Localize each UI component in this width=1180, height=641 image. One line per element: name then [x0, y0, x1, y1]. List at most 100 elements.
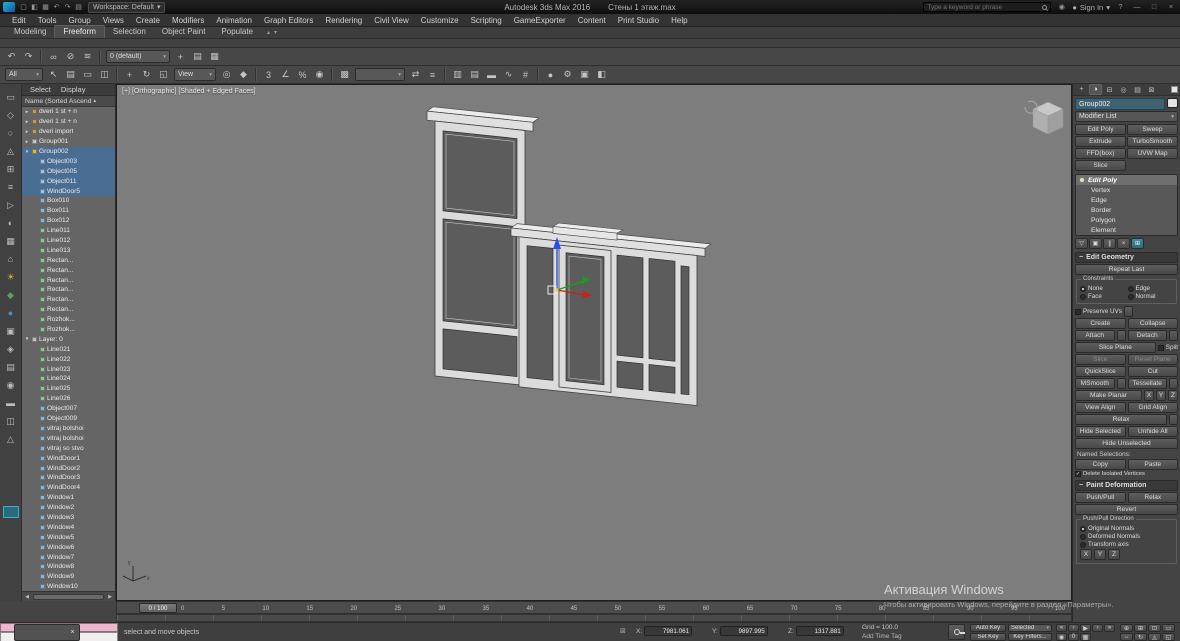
toggle-ribbon-icon[interactable]: ▬	[484, 67, 499, 82]
left-toolbar-button-4[interactable]: ◬	[3, 143, 19, 159]
zoom-region-icon[interactable]: ▭	[1162, 624, 1175, 632]
explorer-item-rectan[interactable]: Rectan...	[22, 295, 115, 305]
select-and-move-icon[interactable]: +	[122, 67, 137, 82]
project-folder-icon[interactable]: ▤	[73, 2, 84, 13]
expand-arrow-icon[interactable]: ▸	[24, 139, 30, 145]
orbit-icon[interactable]: ↻	[1134, 633, 1147, 641]
viewport-menu-pov[interactable]: [Orthographic]	[132, 88, 176, 95]
close-icon[interactable]: ×	[68, 629, 77, 636]
window-crossing-icon[interactable]: ◫	[97, 67, 112, 82]
layer-properties-icon[interactable]: ▦	[207, 49, 222, 64]
close-window-button[interactable]: ×	[1165, 2, 1177, 13]
stack-item-border[interactable]: Border	[1076, 205, 1177, 215]
modifier-button-uvw-map[interactable]: UVW Map	[1127, 148, 1178, 159]
stack-item-element[interactable]: Element	[1076, 225, 1177, 235]
key-filters-button[interactable]: Key Filters...	[1008, 633, 1052, 641]
command-panel-tab-motion[interactable]: ◎	[1117, 84, 1130, 95]
delete-isolated-vertices-checkbox[interactable]: ✓	[1075, 471, 1081, 477]
menu-customize[interactable]: Customize	[415, 14, 465, 27]
left-toolbar-button-8[interactable]: ◐	[3, 215, 19, 231]
explorer-item-box010[interactable]: Box010	[22, 196, 115, 206]
explorer-item-line025[interactable]: Line025	[22, 384, 115, 394]
make-planar-button[interactable]: Make Planar	[1075, 390, 1142, 401]
expand-arrow-icon[interactable]: ▾	[24, 336, 30, 342]
explorer-item-line011[interactable]: Line011	[22, 226, 115, 236]
percent-snap-icon[interactable]: %	[295, 67, 310, 82]
modifier-button-extrude[interactable]: Extrude	[1075, 136, 1126, 147]
msmooth-settings-button[interactable]	[1116, 378, 1126, 389]
remove-modifier-button[interactable]: ×	[1117, 238, 1130, 249]
explorer-item-line024[interactable]: Line024	[22, 374, 115, 384]
unhide-all-button[interactable]: Unhide All	[1127, 426, 1178, 437]
schematic-view-icon[interactable]: #	[518, 67, 533, 82]
explorer-item-line012[interactable]: Line012	[22, 236, 115, 246]
redo-scene-icon[interactable]: ↷	[62, 2, 73, 13]
explorer-item-line023[interactable]: Line023	[22, 364, 115, 374]
collapse-button[interactable]: Collapse	[1127, 318, 1178, 329]
menu-create[interactable]: Create	[130, 14, 166, 27]
menu-rendering[interactable]: Rendering	[319, 14, 368, 27]
left-toolbar-button-20[interactable]: △	[3, 431, 19, 447]
explorer-item-rectan[interactable]: Rectan...	[22, 285, 115, 295]
layer-dropdown[interactable]: 0 (default) ▾	[106, 50, 170, 63]
slice-plane-button[interactable]: Slice Plane	[1075, 342, 1156, 353]
viewport[interactable]: [+] [Orthographic] [Shaded + Edged Faces…	[116, 84, 1072, 601]
explorer-item-window7[interactable]: Window7	[22, 552, 115, 562]
left-toolbar-button-3[interactable]: ○	[3, 125, 19, 141]
scroll-left-icon[interactable]: ◀	[22, 592, 32, 602]
left-toolbar-button-2[interactable]: ◇	[3, 107, 19, 123]
edit-layers-icon[interactable]: ▤	[190, 49, 205, 64]
menu-help[interactable]: Help	[665, 14, 693, 27]
tessellate-button[interactable]: Tessellate	[1127, 378, 1167, 389]
explorer-item-object011[interactable]: Object011	[22, 176, 115, 187]
explorer-item-line026[interactable]: Line026	[22, 394, 115, 404]
left-toolbar-button-17[interactable]: ◉	[3, 377, 19, 393]
select-and-link-icon[interactable]: ∞	[46, 49, 61, 64]
select-and-scale-icon[interactable]: ◱	[156, 67, 171, 82]
deformed-normals-radio[interactable]: Deformed Normals	[1080, 533, 1173, 540]
left-toolbar-button-11[interactable]: ☀	[3, 269, 19, 285]
explorer-item-winddoor2[interactable]: WindDoor2	[22, 463, 115, 473]
left-toolbar-button-15[interactable]: ◈	[3, 341, 19, 357]
explorer-item-line022[interactable]: Line022	[22, 354, 115, 364]
mirror-icon[interactable]: ⇄	[408, 67, 423, 82]
modifier-button-edit-poly[interactable]: Edit Poly	[1075, 124, 1126, 135]
reset-plane-button[interactable]: Reset Plane	[1127, 354, 1178, 365]
explorer-item-layer-0[interactable]: ▾ Layer: 0	[22, 334, 115, 344]
tab-select[interactable]: Select	[30, 85, 51, 94]
search-input[interactable]	[927, 3, 1040, 11]
menu-scripting[interactable]: Scripting	[465, 14, 508, 27]
rollout-edit-geometry[interactable]: − Edit Geometry	[1075, 252, 1178, 263]
expand-arrow-icon[interactable]: ▾	[24, 149, 30, 155]
explorer-item-window2[interactable]: Window2	[22, 503, 115, 513]
command-panel-tab-display[interactable]: ▤	[1131, 84, 1144, 95]
explorer-item-rozhok[interactable]: Rozhok...	[22, 325, 115, 335]
tessellate-settings-button[interactable]	[1169, 378, 1178, 389]
attach-settings-button[interactable]	[1116, 330, 1126, 341]
left-toolbar-button-16[interactable]: ▤	[3, 359, 19, 375]
go-to-end-icon[interactable]: »	[1104, 624, 1115, 632]
view-align-button[interactable]: View Align	[1075, 402, 1126, 413]
viewport-menu-general[interactable]: [+]	[122, 88, 130, 95]
explorer-item-box012[interactable]: Box012	[22, 216, 115, 226]
constraint-normal-radio[interactable]: Normal	[1127, 293, 1174, 300]
modifier-enabled-icon[interactable]	[1079, 177, 1085, 183]
selection-filter-dropdown[interactable]: All ▾	[5, 68, 43, 81]
unlink-selection-icon[interactable]: ⊘	[63, 49, 78, 64]
menu-graph-editors[interactable]: Graph Editors	[258, 14, 319, 27]
explorer-item-object009[interactable]: Object009	[22, 414, 115, 424]
save-file-icon[interactable]: ▦	[40, 2, 51, 13]
create-new-layer-icon[interactable]: +	[173, 49, 188, 64]
y-coordinate-field[interactable]: 9897.995	[719, 626, 768, 636]
selection-region-icon[interactable]: ▭	[80, 67, 95, 82]
go-to-start-icon[interactable]: «	[1056, 624, 1067, 632]
tab-display[interactable]: Display	[61, 85, 86, 94]
explorer-item-rectan[interactable]: Rectan...	[22, 255, 115, 265]
explorer-item-line013[interactable]: Line013	[22, 245, 115, 255]
pan-view-icon[interactable]: ↔	[1120, 633, 1133, 641]
viewport-menu-shading[interactable]: [Shaded + Edged Faces]	[178, 88, 255, 95]
constraint-edge-radio[interactable]: Edge	[1127, 285, 1174, 292]
explorer-item-group001[interactable]: ▸ Group001	[22, 137, 115, 147]
slice-button[interactable]: Slice	[1075, 354, 1126, 365]
left-toolbar-button-13[interactable]: ●	[3, 305, 19, 321]
